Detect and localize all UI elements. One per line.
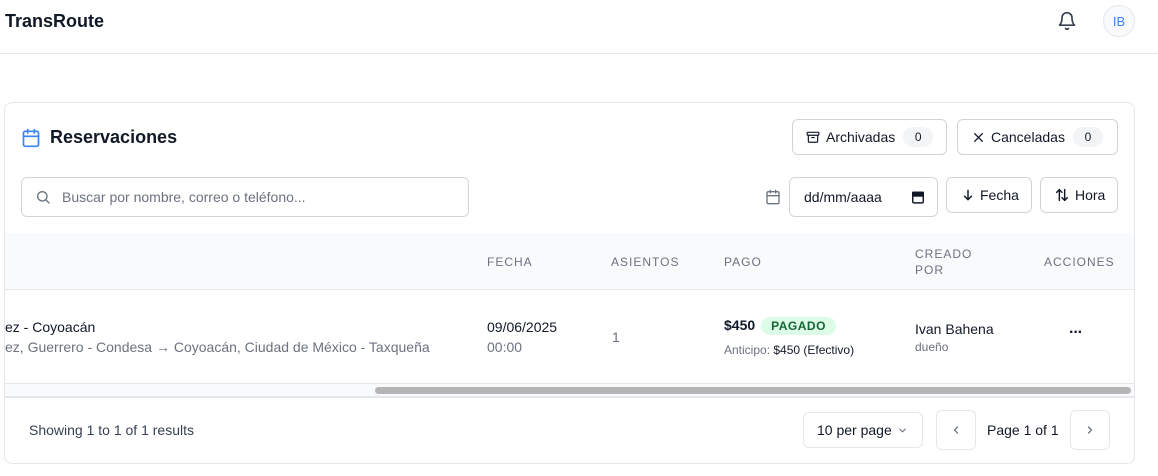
arrow-down-icon xyxy=(961,188,975,202)
chevron-down-icon xyxy=(897,425,908,436)
creator-role: dueño xyxy=(915,340,949,354)
route-detail: ez, Guerrero - Condesa → Coyoacán, Ciuda… xyxy=(5,339,430,355)
header-por[interactable]: POR xyxy=(915,263,944,277)
app-title[interactable]: TransRoute xyxy=(5,11,104,32)
per-page-value: 10 per page xyxy=(817,422,892,438)
archived-label: Archivadas xyxy=(826,129,896,145)
top-bar: TransRoute IB xyxy=(0,0,1158,54)
cancelled-count: 0 xyxy=(1072,127,1103,147)
per-page-select[interactable]: 10 per page xyxy=(803,412,923,448)
advance-value: $450 (Efectivo) xyxy=(773,343,855,357)
date-picker-icon[interactable] xyxy=(911,190,925,204)
calendar-icon xyxy=(21,128,41,148)
cancelled-label: Canceladas xyxy=(991,129,1065,145)
status-badge: PAGADO xyxy=(761,317,836,336)
sort-date-label: Fecha xyxy=(980,187,1019,203)
header-creado[interactable]: CREADO xyxy=(915,247,972,261)
cancelled-button[interactable]: Canceladas 0 xyxy=(957,119,1118,155)
close-icon xyxy=(972,131,985,144)
date-filter-calendar-icon xyxy=(765,189,781,205)
search-input[interactable] xyxy=(62,178,462,216)
prev-page-button[interactable] xyxy=(936,410,976,450)
archived-count: 0 xyxy=(903,127,934,147)
chevron-right-icon xyxy=(1084,424,1096,436)
page-title: Reservaciones xyxy=(50,127,178,147)
archive-icon xyxy=(806,130,820,144)
reservations-card: Reservaciones Archivadas 0 Canceladas 0 … xyxy=(4,102,1135,464)
sort-arrows-icon xyxy=(1054,187,1070,203)
payment-cell: $450 PAGADO xyxy=(724,317,836,336)
payment-amount: $450 xyxy=(724,317,756,333)
advance-info: Anticipo: $450 (Efectivo) xyxy=(724,343,854,357)
header-fecha[interactable]: FECHA xyxy=(487,255,533,269)
archived-button[interactable]: Archivadas 0 xyxy=(792,119,947,155)
sort-time-button[interactable]: Hora xyxy=(1040,177,1118,213)
horizontal-scrollbar[interactable] xyxy=(5,383,1134,397)
footer-divider xyxy=(5,397,1134,398)
bell-icon[interactable] xyxy=(1057,11,1077,31)
search-box xyxy=(21,177,469,217)
sort-time-label: Hora xyxy=(1075,187,1106,203)
date-filter-input[interactable]: dd/mm/aaaa xyxy=(789,177,938,217)
scrollbar-thumb[interactable] xyxy=(375,387,1131,394)
route-title: ez - Coyoacán xyxy=(5,319,96,335)
date-filter-value: dd/mm/aaaa xyxy=(804,189,882,205)
table-header: FECHA ASIENTOS PAGO CREADO POR ACCIONES xyxy=(5,233,1134,290)
chevron-left-icon xyxy=(950,424,962,436)
header-pago[interactable]: PAGO xyxy=(724,255,762,269)
next-page-button[interactable] xyxy=(1070,410,1110,450)
table-row[interactable]: ez - Coyoacán ez, Guerrero - Condesa → C… xyxy=(5,290,1134,383)
avatar[interactable]: IB xyxy=(1103,5,1135,37)
reservation-time: 00:00 xyxy=(487,339,523,355)
search-icon xyxy=(35,189,51,205)
header-acciones: ACCIONES xyxy=(1044,255,1115,269)
reservation-date: 09/06/2025 xyxy=(487,319,558,335)
page-indicator: Page 1 of 1 xyxy=(987,422,1059,438)
advance-label: Anticipo: xyxy=(724,343,771,357)
creator-name: Ivan Bahena xyxy=(915,321,994,337)
reservations-table: FECHA ASIENTOS PAGO CREADO POR ACCIONES … xyxy=(5,233,1134,398)
results-summary: Showing 1 to 1 of 1 results xyxy=(29,422,194,438)
seats-count: 1 xyxy=(612,329,620,345)
sort-date-button[interactable]: Fecha xyxy=(946,177,1032,213)
header-asientos[interactable]: ASIENTOS xyxy=(611,255,679,269)
row-actions-button[interactable]: ··· xyxy=(1069,324,1083,342)
